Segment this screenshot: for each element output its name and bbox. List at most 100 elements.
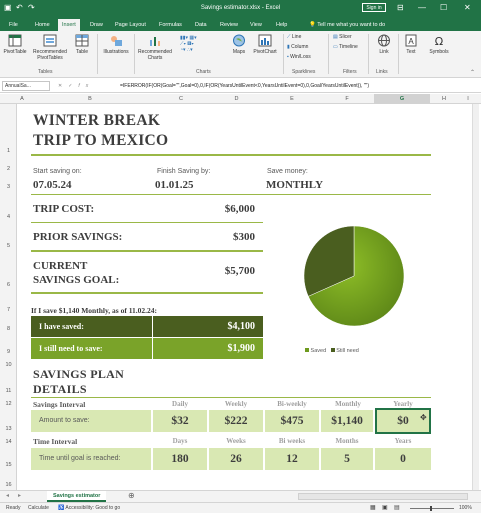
ribbon-display-icon[interactable]: ⊟	[397, 3, 404, 13]
column-header[interactable]: A	[17, 94, 27, 104]
new-sheet-icon[interactable]: ⊕	[128, 491, 135, 500]
tab-home[interactable]: Home	[35, 19, 50, 31]
days-cell[interactable]: 180	[153, 448, 207, 470]
minimize-icon[interactable]: —	[418, 3, 426, 13]
zoom-slider[interactable]	[410, 508, 454, 509]
tab-help[interactable]: Help	[276, 19, 287, 31]
column-header[interactable]: I	[458, 94, 478, 104]
cancel-icon[interactable]: ✕	[58, 83, 68, 89]
row-header[interactable]: 15	[0, 462, 17, 468]
prior-savings-value[interactable]: $300	[197, 231, 255, 243]
tab-review[interactable]: Review	[220, 19, 238, 31]
tab-view[interactable]: View	[250, 19, 262, 31]
row-header[interactable]: 3	[0, 184, 17, 190]
row-header[interactable]: 4	[0, 214, 17, 220]
illustrations-button[interactable]: Illustrations	[100, 34, 132, 55]
amount-biweekly-cell[interactable]: $475	[265, 410, 319, 432]
dates-underline	[31, 194, 431, 195]
column-header[interactable]: D	[209, 94, 264, 104]
accessibility-status[interactable]: ♿ Accessibility: Good to go	[58, 505, 120, 511]
sparkline-column-button[interactable]: ▮ Column	[287, 44, 308, 51]
pie-chart-icon[interactable]: ◔▾	[180, 47, 186, 53]
row-header[interactable]: 11	[0, 388, 17, 394]
row-header[interactable]: 8	[0, 326, 17, 332]
column-header[interactable]: E	[264, 94, 320, 104]
column-header-selected[interactable]: G	[374, 94, 430, 104]
row-header[interactable]: 2	[0, 166, 17, 172]
amount-weekly-cell[interactable]: $222	[209, 410, 263, 432]
timeline-button[interactable]: ▭ Timeline	[333, 44, 358, 51]
sheet-tab-savings-estimator[interactable]: Savings estimator	[47, 491, 107, 502]
link-button[interactable]: Link	[374, 34, 394, 55]
row-header[interactable]: 12	[0, 401, 17, 407]
sparkline-winloss-button[interactable]: ▪ Win/Loss	[287, 54, 311, 61]
zoom-level[interactable]: 100%	[459, 505, 472, 511]
save-frequency[interactable]: MONTHLY	[266, 179, 323, 191]
symbols-button[interactable]: Ω Symbols	[426, 34, 452, 55]
tab-data[interactable]: Data	[195, 19, 207, 31]
row-header[interactable]: 13	[0, 426, 17, 432]
sparkline-line-button[interactable]: ⟋ Line	[287, 34, 301, 41]
maps-button[interactable]: Maps	[229, 34, 249, 55]
scroll-left-icon[interactable]: ◂	[6, 492, 9, 499]
illustrations-icon	[111, 36, 122, 46]
months-cell[interactable]: 5	[321, 448, 373, 470]
chart-type-buttons[interactable]: ▮▮▾ ▦▾ ⟋▾ ▥▾ ◔▾ ∴▾	[180, 35, 222, 53]
recommended-pivottables-button[interactable]: Recommended PivotTables	[32, 34, 68, 61]
column-header[interactable]: C	[153, 94, 209, 104]
need-value-cell[interactable]: $1,900	[153, 338, 263, 359]
recommended-charts-button[interactable]: Recommended Charts	[136, 34, 174, 61]
name-box[interactable]: AnnualSa...	[2, 81, 50, 91]
tab-draw[interactable]: Draw	[90, 19, 103, 31]
amount-daily-cell[interactable]: $32	[153, 410, 207, 432]
amount-label: Amount to save:	[39, 417, 90, 424]
row-header[interactable]: 9	[0, 349, 17, 355]
row-header[interactable]: 6	[0, 282, 17, 288]
formula-input[interactable]: =IFERROR(IF(OR(Goal="",Goal=0),0,IF(OR(Y…	[120, 81, 479, 91]
tab-page-layout[interactable]: Page Layout	[115, 19, 146, 31]
weeks-cell[interactable]: 26	[209, 448, 263, 470]
page-break-icon[interactable]: ▤	[394, 504, 400, 511]
finish-date[interactable]: 01.01.25	[155, 179, 194, 191]
tell-me-search[interactable]: 💡 Tell me what you want to do	[309, 19, 385, 31]
row-header[interactable]: 7	[0, 307, 17, 313]
pivottable-button[interactable]: PivotTable	[3, 34, 27, 55]
years-cell[interactable]: 0	[375, 448, 431, 470]
normal-view-icon[interactable]: ▦	[370, 504, 376, 511]
row-header[interactable]: 5	[0, 243, 17, 249]
column-header[interactable]: B	[27, 94, 153, 104]
column-header[interactable]: F	[320, 94, 374, 104]
scroll-right-icon[interactable]: ▸	[18, 492, 21, 499]
vertical-scrollbar[interactable]	[472, 104, 479, 490]
biweeks-cell[interactable]: 12	[265, 448, 319, 470]
text-button[interactable]: A Text	[402, 34, 420, 55]
trip-cost-value[interactable]: $6,000	[197, 203, 255, 215]
close-icon[interactable]: ✕	[464, 3, 471, 13]
row-header[interactable]: 1	[0, 148, 17, 154]
row-header[interactable]: 10	[0, 362, 17, 368]
row-header[interactable]: 16	[0, 482, 17, 488]
pivotchart-button[interactable]: PivotChart	[251, 34, 279, 55]
fx-icon[interactable]: fx	[78, 83, 94, 89]
scatter-chart-icon[interactable]: ∴▾	[187, 47, 193, 53]
table-button[interactable]: Table	[73, 34, 91, 55]
tab-formulas[interactable]: Formulas	[159, 19, 182, 31]
current-goal-value[interactable]: $5,700	[197, 265, 255, 277]
enter-icon[interactable]: ✓	[68, 83, 78, 89]
savings-pie-chart[interactable]	[272, 212, 422, 362]
status-calculate[interactable]: Calculate	[28, 505, 49, 511]
collapse-ribbon-icon[interactable]: ⌃	[470, 69, 475, 76]
row-header[interactable]: 14	[0, 439, 17, 445]
tab-file[interactable]: File	[9, 19, 18, 31]
slicer-button[interactable]: ▤ Slicer	[333, 34, 352, 41]
sign-in-button[interactable]: Sign in	[362, 3, 386, 12]
horizontal-scrollbar[interactable]	[298, 493, 468, 500]
start-date[interactable]: 07.05.24	[33, 179, 72, 191]
maximize-icon[interactable]: ☐	[440, 3, 447, 13]
column-header[interactable]: H	[430, 94, 458, 104]
amount-monthly-cell[interactable]: $1,140	[321, 410, 373, 432]
page-layout-icon[interactable]: ▣	[382, 504, 388, 511]
saved-value-cell[interactable]: $4,100	[153, 316, 263, 337]
tab-insert[interactable]: Insert	[58, 19, 80, 31]
zoom-slider-thumb[interactable]	[430, 506, 432, 511]
